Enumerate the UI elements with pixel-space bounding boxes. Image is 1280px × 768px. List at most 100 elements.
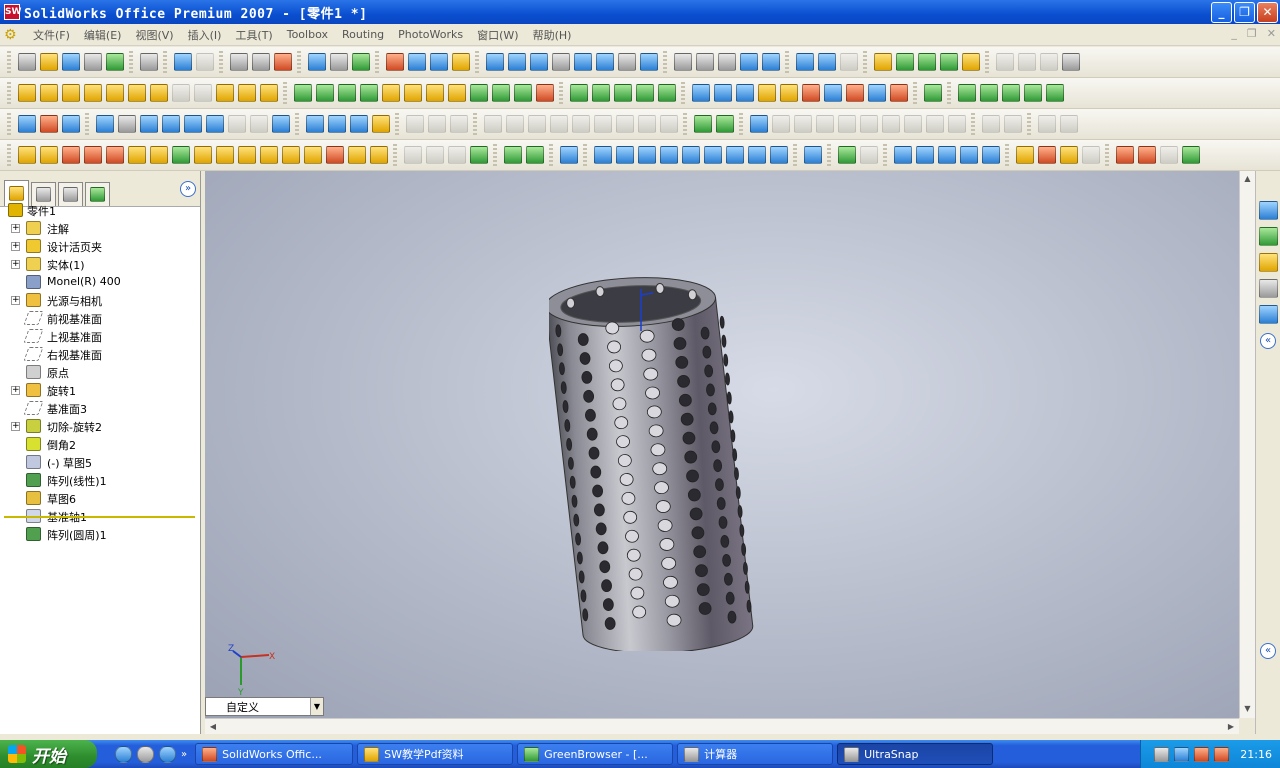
print-preview-icon[interactable] bbox=[84, 53, 102, 71]
tangent-arc-icon[interactable] bbox=[184, 115, 202, 133]
deform-icon[interactable] bbox=[514, 84, 532, 102]
rollback-bar[interactable] bbox=[4, 516, 195, 518]
move-copy-body-icon[interactable] bbox=[426, 146, 444, 164]
origins-toggle-icon[interactable] bbox=[918, 53, 936, 71]
revolved-boss-icon[interactable] bbox=[40, 84, 58, 102]
fix-icon[interactable] bbox=[838, 115, 856, 133]
sketch-icon[interactable] bbox=[18, 115, 36, 133]
chamfer-dimension-icon[interactable] bbox=[816, 115, 834, 133]
convert-entities-icon[interactable] bbox=[450, 115, 468, 133]
expand-icon[interactable]: + bbox=[11, 296, 20, 305]
appearances-icon[interactable] bbox=[1259, 305, 1278, 324]
tree-node[interactable]: 零件1 bbox=[0, 201, 197, 219]
sketch-fillet-icon[interactable] bbox=[228, 115, 246, 133]
dome-icon[interactable] bbox=[338, 84, 356, 102]
section-view-icon[interactable] bbox=[796, 53, 814, 71]
view-orientation-icon[interactable] bbox=[640, 53, 658, 71]
curves-icon[interactable] bbox=[996, 53, 1014, 71]
tangent-icon[interactable] bbox=[926, 115, 944, 133]
trim-surface-icon[interactable] bbox=[194, 146, 212, 164]
file-explorer-icon[interactable] bbox=[1259, 253, 1278, 272]
realview-icon[interactable] bbox=[840, 53, 858, 71]
photoworks-items-icon[interactable] bbox=[1060, 146, 1078, 164]
baseline-dimension-icon[interactable] bbox=[794, 115, 812, 133]
delete-face-icon[interactable] bbox=[238, 146, 256, 164]
extend-entities-icon[interactable] bbox=[550, 115, 568, 133]
equations-icon[interactable] bbox=[736, 84, 754, 102]
freeform-icon[interactable] bbox=[470, 84, 488, 102]
cut-with-surface-icon[interactable] bbox=[326, 146, 344, 164]
lofted-boss-icon[interactable] bbox=[84, 84, 102, 102]
zoom-to-fit-icon[interactable] bbox=[486, 53, 504, 71]
pan-icon[interactable] bbox=[596, 53, 614, 71]
zoom-selection-icon[interactable] bbox=[552, 53, 570, 71]
options-icon[interactable] bbox=[408, 53, 426, 71]
curves-menu-icon[interactable] bbox=[658, 84, 676, 102]
interference-icon[interactable] bbox=[890, 84, 908, 102]
view-right-icon[interactable] bbox=[660, 146, 678, 164]
draft-icon[interactable] bbox=[316, 84, 334, 102]
scale-icon[interactable] bbox=[426, 84, 444, 102]
tree-node[interactable]: 上视基准面 bbox=[0, 327, 197, 345]
menu-window[interactable]: 窗口(W) bbox=[470, 27, 525, 43]
revolved-cut-icon[interactable] bbox=[150, 84, 168, 102]
scroll-right-icon[interactable]: ▶ bbox=[1223, 719, 1239, 734]
rib-icon[interactable] bbox=[260, 84, 278, 102]
thread-icon[interactable] bbox=[404, 84, 422, 102]
network-icon[interactable] bbox=[1194, 746, 1210, 762]
collapse-panel-button[interactable]: » bbox=[180, 181, 196, 197]
view-trimetric-icon[interactable] bbox=[748, 146, 766, 164]
view-orientation-select[interactable]: 自定义 ▼ bbox=[205, 697, 324, 716]
ellipse-icon[interactable] bbox=[638, 115, 656, 133]
surface-sweep-icon[interactable] bbox=[1002, 84, 1020, 102]
cylinder-part-model[interactable] bbox=[549, 271, 759, 651]
select-icon[interactable] bbox=[230, 53, 248, 71]
zoom-area-icon[interactable] bbox=[508, 53, 526, 71]
extend-surface-icon[interactable] bbox=[172, 146, 190, 164]
circular-sketch-pattern-icon[interactable] bbox=[616, 115, 634, 133]
section-properties-icon[interactable] bbox=[868, 84, 886, 102]
indent-icon[interactable] bbox=[492, 84, 510, 102]
dimension-icon[interactable] bbox=[714, 84, 732, 102]
menu-edit[interactable]: 编辑(E) bbox=[77, 27, 129, 43]
radiate-surface-icon[interactable] bbox=[62, 146, 80, 164]
curve-through-points-icon[interactable] bbox=[1018, 53, 1036, 71]
tree-node[interactable]: 倒角2 bbox=[0, 435, 197, 453]
datum-icon[interactable] bbox=[982, 115, 1000, 133]
view-palette-icon[interactable] bbox=[1259, 279, 1278, 298]
horizontal-scrollbar[interactable]: ◀ ▶ bbox=[205, 718, 1239, 734]
normal-to-icon[interactable] bbox=[804, 146, 822, 164]
menu-file[interactable]: 文件(F) bbox=[26, 27, 77, 43]
surface-boundary-icon[interactable] bbox=[1046, 84, 1064, 102]
task-calculator[interactable]: 计算器 bbox=[677, 743, 834, 765]
render-area-icon[interactable] bbox=[860, 146, 878, 164]
circular-pattern-tool-icon[interactable] bbox=[592, 84, 610, 102]
3d-sketch-icon[interactable] bbox=[40, 115, 58, 133]
tree-node[interactable]: + 注解 bbox=[0, 219, 197, 237]
tree-node[interactable]: (-) 草图5 bbox=[0, 453, 197, 471]
offset-entities-icon[interactable] bbox=[484, 115, 502, 133]
tree-node[interactable]: 前视基准面 bbox=[0, 309, 197, 327]
ordinate-dimension-icon[interactable] bbox=[772, 115, 790, 133]
shaded-icon[interactable] bbox=[762, 53, 780, 71]
mirror-entities-icon[interactable] bbox=[506, 115, 524, 133]
render-to-file-icon[interactable] bbox=[1038, 146, 1056, 164]
hole-wizard-icon[interactable] bbox=[382, 84, 400, 102]
expand-left-icon[interactable]: « bbox=[1260, 333, 1276, 349]
surface-extrude-icon[interactable] bbox=[958, 84, 976, 102]
view-back-icon[interactable] bbox=[616, 146, 634, 164]
shaded-with-edges-icon[interactable] bbox=[740, 53, 758, 71]
sketch-plane-icon[interactable] bbox=[372, 115, 390, 133]
linear-sketch-pattern-icon[interactable] bbox=[594, 115, 612, 133]
mdi-minimize-button[interactable]: _ bbox=[1231, 27, 1237, 40]
vertical-scrollbar[interactable]: ▲ ▼ bbox=[1239, 171, 1255, 718]
save-icon[interactable] bbox=[62, 53, 80, 71]
task-folder[interactable]: SW教学Pdf资料 bbox=[357, 743, 514, 765]
keyboard-icon[interactable] bbox=[1154, 746, 1170, 762]
swept-cut-icon[interactable] bbox=[172, 84, 190, 102]
solidworks-menu-icon[interactable]: ⚙ bbox=[4, 27, 20, 43]
photoworks-studio-icon[interactable] bbox=[1182, 146, 1200, 164]
ruled-surface-icon[interactable] bbox=[348, 146, 366, 164]
three-point-arc-icon[interactable] bbox=[206, 115, 224, 133]
knit-surface-icon[interactable] bbox=[84, 146, 102, 164]
